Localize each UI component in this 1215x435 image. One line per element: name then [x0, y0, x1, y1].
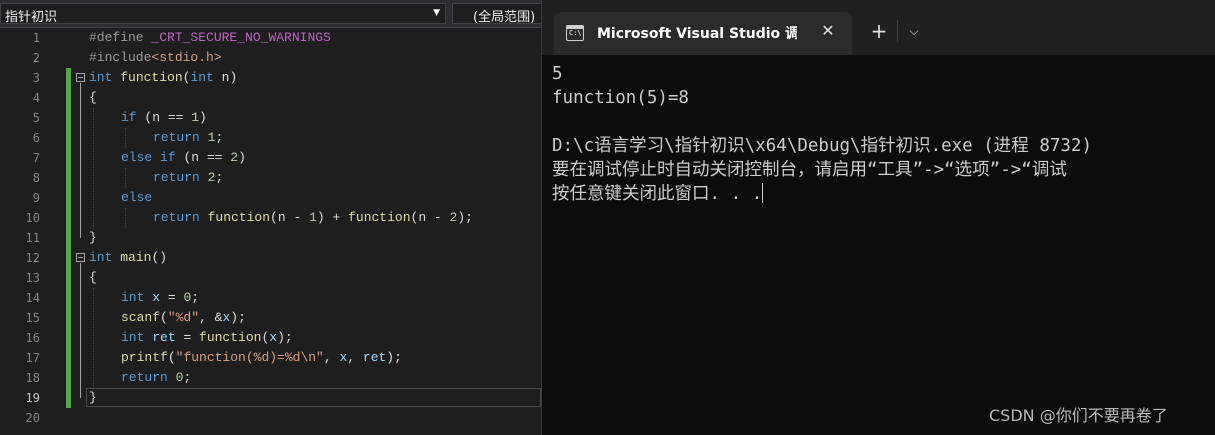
line-number: 1	[32, 31, 40, 45]
line-number: 19	[25, 391, 40, 405]
line-number: 12	[25, 251, 40, 265]
tab-strip: C:\ Microsoft Visual Studio 调试控制台 ✕ + ⌵	[542, 0, 1215, 55]
code-line: 9 else	[0, 188, 541, 208]
code-text: return 2;	[153, 170, 224, 185]
line-number: 5	[32, 111, 40, 125]
global-scope-label: (全局范围)	[473, 10, 536, 24]
file-scope-dropdown[interactable]: 指针初识 ▼	[0, 3, 446, 25]
output-line: D:\c语言学习\指针初识\x64\Debug\指针初识.exe (进程 873…	[552, 136, 1093, 156]
code-line: 13 {	[0, 268, 541, 288]
line-number: 18	[25, 371, 40, 385]
navigation-bar: 指针初识 ▼ (全局范围)	[0, 0, 541, 28]
code-text: int function(int n)	[89, 70, 238, 85]
code-line: 2 #include<stdio.h>	[0, 48, 541, 68]
output-line: 要在调试停止时自动关闭控制台，请启用“工具”->“选项”->“调试	[552, 160, 1067, 180]
code-text: return 0;	[121, 370, 192, 385]
code-line: 15 scanf("%d", &x);	[0, 308, 541, 328]
file-scope-label: 指针初识	[5, 10, 58, 25]
console-output[interactable]: 5 function(5)=8 D:\c语言学习\指针初识\x64\Debug\指…	[552, 62, 1092, 206]
code-text: {	[89, 90, 97, 105]
code-line: 12 int main()	[0, 248, 541, 268]
line-number: 15	[25, 311, 40, 325]
close-icon[interactable]: ✕	[818, 21, 838, 41]
line-number: 16	[25, 331, 40, 345]
line-number: 3	[32, 71, 40, 85]
code-line: 11 }	[0, 228, 541, 248]
code-text: }	[89, 230, 97, 245]
line-number: 7	[32, 151, 40, 165]
code-line: 19 }	[0, 388, 541, 408]
code-text: printf("function(%d)=%d\n", x, ret);	[121, 350, 402, 365]
text-cursor	[762, 183, 764, 203]
code-line: 17 printf("function(%d)=%d\n", x, ret);	[0, 348, 541, 368]
line-number: 13	[25, 271, 40, 285]
line-number: 6	[32, 131, 40, 145]
line-number: 2	[32, 51, 40, 65]
line-number: 9	[32, 191, 40, 205]
code-text: }	[89, 390, 97, 405]
terminal-window[interactable]: C:\ Microsoft Visual Studio 调试控制台 ✕ + ⌵ …	[541, 0, 1215, 435]
line-number: 4	[32, 91, 40, 105]
code-text: else if (n == 2)	[121, 150, 246, 165]
code-text: scanf("%d", &x);	[121, 310, 246, 325]
code-line: 16 int ret = function(x);	[0, 328, 541, 348]
output-line: 5	[552, 64, 563, 84]
code-text: #define _CRT_SECURE_NO_WARNINGS	[89, 30, 331, 45]
code-area[interactable]: 1 #define _CRT_SECURE_NO_WARNINGS 2 #inc…	[0, 28, 541, 435]
line-number: 10	[25, 211, 40, 225]
output-line: function(5)=8	[552, 88, 689, 108]
code-line: 10 return function(n - 1) + function(n -…	[0, 208, 541, 228]
code-line: 8 return 2;	[0, 168, 541, 188]
code-editor[interactable]: 指针初识 ▼ (全局范围) 1 #define _CRT_SECURE_NO_W…	[0, 0, 541, 435]
code-line: 20	[0, 408, 541, 428]
line-number: 11	[25, 231, 40, 245]
line-number: 20	[25, 411, 40, 425]
output-line: 按任意键关闭此窗口. . .	[552, 183, 764, 204]
line-number: 17	[25, 351, 40, 365]
code-text: int x = 0;	[121, 290, 200, 305]
code-line: 18 return 0;	[0, 368, 541, 388]
watermark: CSDN @你们不要再卷了	[989, 406, 1168, 425]
code-line: 6 return 1;	[0, 128, 541, 148]
line-number: 8	[32, 171, 40, 185]
code-text: int main()	[89, 250, 168, 265]
chevron-down-icon: ▼	[433, 8, 440, 18]
code-text: return 1;	[153, 130, 224, 145]
tab-debug-console[interactable]: C:\ Microsoft Visual Studio 调试控制台 ✕	[554, 12, 852, 55]
code-line: 4 {	[0, 88, 541, 108]
code-line: 7 else if (n == 2)	[0, 148, 541, 168]
code-text: else	[121, 190, 153, 205]
code-line: 14 int x = 0;	[0, 288, 541, 308]
code-line: 1 #define _CRT_SECURE_NO_WARNINGS	[0, 28, 541, 48]
global-scope-dropdown[interactable]: (全局范围)	[452, 3, 541, 24]
divider	[897, 20, 898, 42]
line-number: 14	[25, 291, 40, 305]
chevron-down-icon[interactable]: ⌵	[903, 20, 925, 42]
code-text: #include<stdio.h>	[89, 50, 222, 65]
console-icon: C:\	[566, 25, 584, 41]
code-line: 5 if (n == 1)	[0, 108, 541, 128]
code-text: return function(n - 1) + function(n - 2)…	[153, 210, 473, 225]
code-text: int ret = function(x);	[121, 330, 293, 345]
code-text: if (n == 1)	[121, 110, 207, 125]
code-text: {	[89, 270, 97, 285]
code-line: 3 int function(int n)	[0, 68, 541, 88]
new-tab-button[interactable]: +	[868, 20, 890, 42]
tab-title: Microsoft Visual Studio 调试控制台	[597, 26, 797, 42]
